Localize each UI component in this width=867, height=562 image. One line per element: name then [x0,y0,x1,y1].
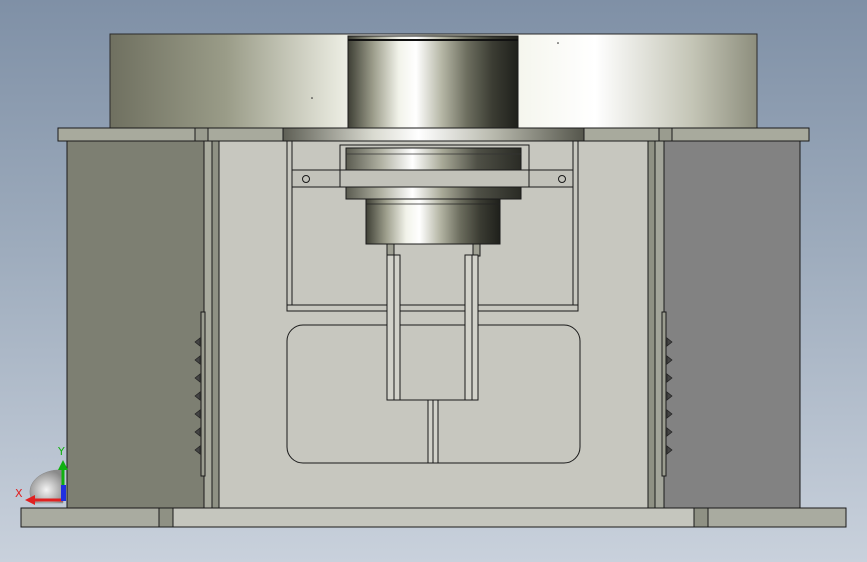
base-plate [20,507,847,528]
right-housing [647,140,801,509]
left-housing [66,140,220,509]
cad-model-drawing[interactable]: Y X [0,0,867,562]
x-axis-label: X [15,487,23,500]
x-axis-arrowhead-icon [25,495,35,505]
motor-assembly [345,147,522,245]
top-plate [57,127,810,142]
y-axis-label: Y [57,445,65,458]
cad-viewport[interactable]: Y X [0,0,867,562]
hub-cylinder [347,35,519,129]
marker-dot [557,42,559,44]
z-axis-arrow [61,485,66,501]
marker-dot [311,97,313,99]
orientation-triad[interactable]: Y X [15,445,68,505]
